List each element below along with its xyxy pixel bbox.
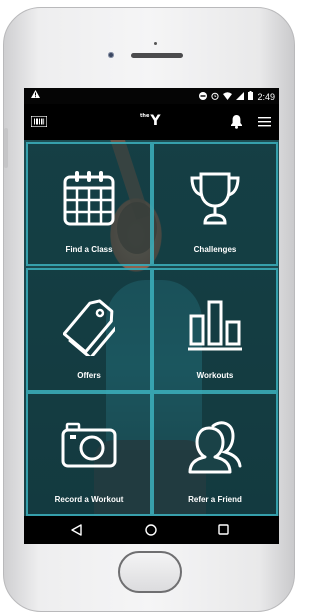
dashboard-grid: Find a Class Challenges Offers Workouts …: [24, 140, 279, 516]
app-bar: theY: [24, 104, 279, 140]
tile-label: Refer a Friend: [188, 495, 242, 504]
camera-icon: [61, 422, 117, 468]
status-bar: 2:49: [24, 88, 279, 104]
back-icon[interactable]: [71, 524, 82, 536]
tile-refer-a-friend[interactable]: Refer a Friend: [152, 392, 278, 516]
tile-label: Record a Workout: [54, 495, 124, 504]
users-icon: [188, 421, 242, 474]
tile-offers[interactable]: Offers: [26, 268, 152, 392]
bell-icon[interactable]: [230, 114, 243, 129]
status-icons: 2:49: [199, 91, 275, 102]
android-nav-bar: [24, 516, 279, 544]
home-icon[interactable]: [145, 524, 157, 536]
barcode-icon[interactable]: [31, 116, 47, 127]
tile-record-a-workout[interactable]: Record a Workout: [26, 392, 152, 516]
signal-icon: [236, 91, 245, 102]
alert-triangle-icon: [31, 90, 40, 101]
proximity-sensor: [154, 42, 157, 45]
wifi-icon: [223, 91, 233, 102]
phone-screen: 2:49 theY Find a Class Challenges Offers…: [24, 88, 279, 544]
ymca-logo[interactable]: theY: [140, 113, 160, 129]
tags-icon: [63, 299, 115, 356]
battery-icon: [248, 91, 254, 102]
status-time: 2:49: [257, 91, 275, 102]
hardware-home-button[interactable]: [118, 551, 182, 593]
tile-label: Find a Class: [65, 245, 113, 254]
alarm-icon: [211, 92, 220, 102]
tile-label: Challenges: [193, 245, 237, 254]
volume-button: [4, 128, 8, 168]
dnd-icon: [199, 91, 208, 102]
earpiece-speaker: [131, 53, 183, 58]
tile-find-a-class[interactable]: Find a Class: [26, 142, 152, 266]
tile-label: Offers: [77, 371, 101, 380]
calendar-icon: [63, 171, 115, 226]
front-camera: [108, 52, 114, 58]
tile-challenges[interactable]: Challenges: [152, 142, 278, 266]
recent-apps-icon[interactable]: [218, 524, 229, 535]
tile-label: Workouts: [196, 371, 234, 380]
trophy-icon: [190, 172, 240, 225]
tile-workouts[interactable]: Workouts: [152, 268, 278, 392]
menu-icon[interactable]: [258, 116, 271, 127]
bar-chart-icon: [188, 300, 242, 351]
